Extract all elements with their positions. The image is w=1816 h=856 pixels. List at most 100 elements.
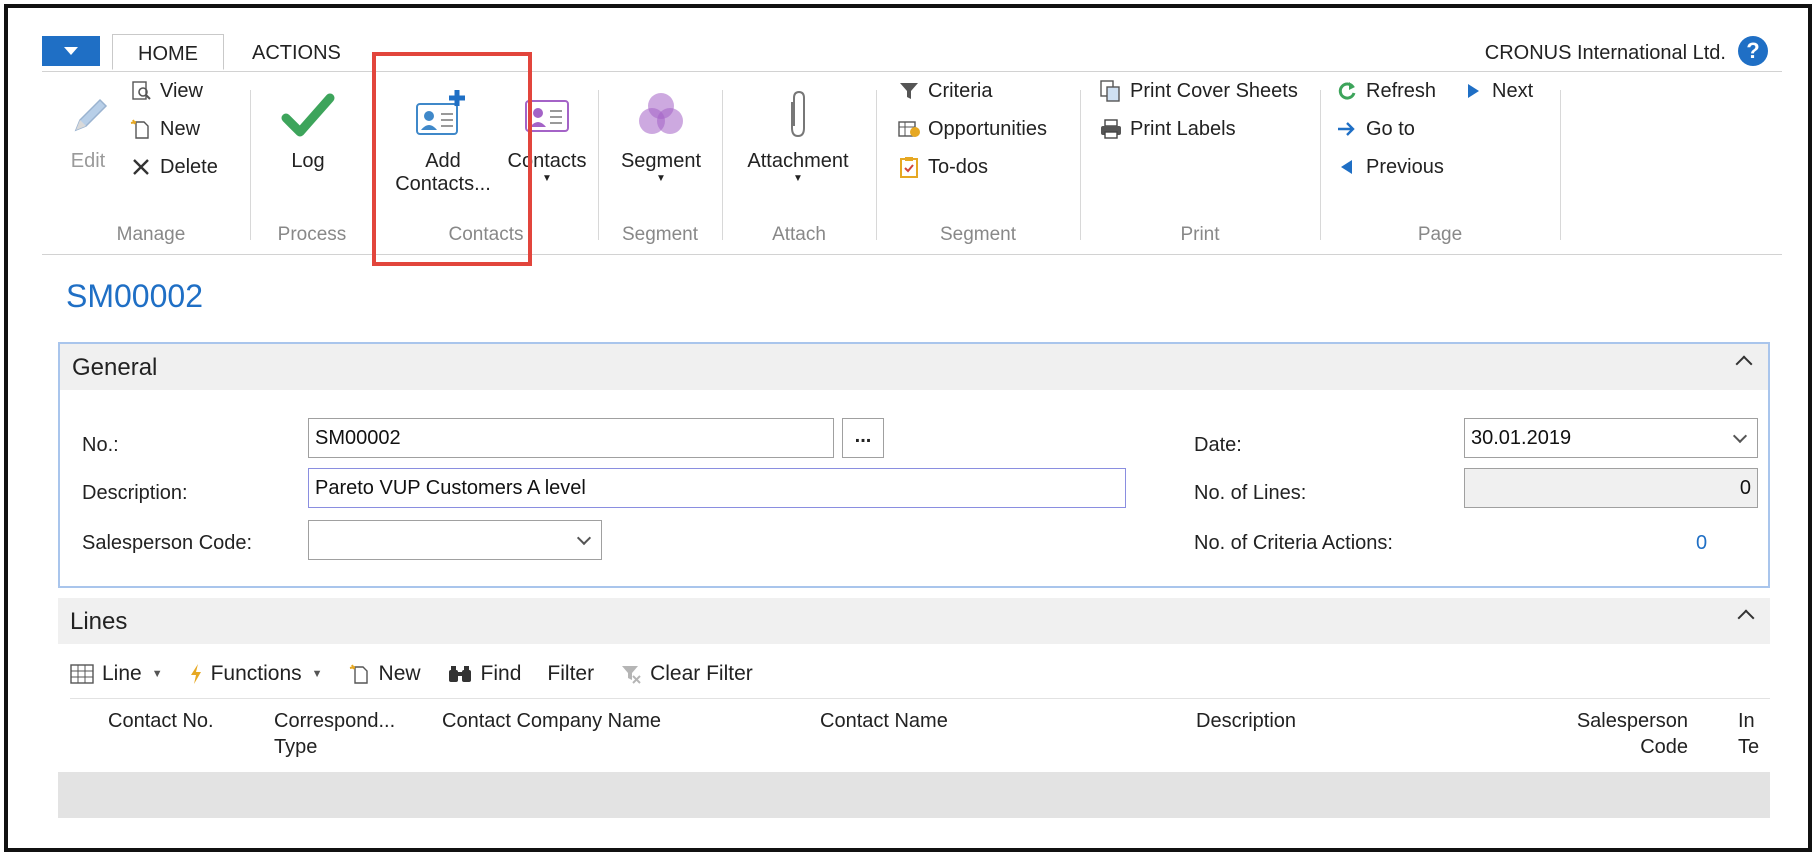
group-label-process: Process: [277, 224, 347, 245]
column-interaction-template[interactable]: In Te: [1738, 708, 1768, 760]
no-field[interactable]: SM00002: [308, 418, 834, 458]
functions-label: Functions: [210, 662, 302, 685]
close-icon: [128, 154, 154, 180]
ribbon-tab-bar: HOME ACTIONS CRONUS International Ltd. ?: [42, 34, 1782, 72]
binoculars-icon: [447, 664, 473, 684]
next-label: Next: [1492, 79, 1534, 102]
print-labels-button[interactable]: Print Labels: [1098, 114, 1236, 144]
column-interaction-template-line1: In: [1738, 710, 1755, 732]
group-label-attach: Attach: [772, 224, 826, 245]
edit-button[interactable]: Edit: [60, 86, 116, 173]
separator: [250, 90, 251, 240]
attachment-label: Attachment: [747, 150, 849, 172]
date-field[interactable]: 30.01.2019: [1464, 418, 1758, 458]
column-contact-name[interactable]: Contact Name: [820, 708, 948, 734]
edit-label: Edit: [70, 150, 106, 172]
general-header[interactable]: General: [60, 344, 1768, 390]
filter-label: Filter: [547, 662, 595, 685]
lines-new-button[interactable]: New: [349, 662, 421, 686]
new-document-icon: [128, 116, 154, 142]
chevron-down-icon: ▼: [311, 668, 323, 680]
group-label-segment: Segment: [621, 224, 699, 245]
segment-button[interactable]: Segment ▼: [614, 86, 708, 185]
group-segment: Segment ▼ Segment: [600, 72, 720, 256]
date-value: 30.01.2019: [1471, 427, 1572, 449]
assist-edit-button[interactable]: ...: [842, 418, 884, 458]
column-contact-company-name[interactable]: Contact Company Name: [442, 708, 661, 734]
todos-label: To-dos: [928, 155, 989, 178]
opportunities-icon: [896, 116, 922, 142]
separator: [1320, 90, 1321, 240]
clear-filter-icon: [620, 663, 642, 685]
group-manage: Edit View New Delete Manage: [56, 72, 246, 256]
delete-button[interactable]: Delete: [128, 152, 218, 182]
tab-actions[interactable]: ACTIONS: [238, 34, 355, 70]
print-cover-sheets-button[interactable]: Print Cover Sheets: [1098, 76, 1298, 106]
opportunities-button[interactable]: Opportunities: [896, 114, 1047, 144]
chevron-down-icon: ▼: [793, 173, 803, 184]
chevron-down-icon: ▼: [656, 173, 666, 184]
goto-label: Go to: [1366, 117, 1415, 140]
arrow-right-icon: [1334, 116, 1360, 142]
column-contact-no[interactable]: Contact No.: [108, 708, 214, 734]
goto-button[interactable]: Go to: [1334, 114, 1415, 144]
dropdown-arrow-icon: [64, 47, 78, 55]
lines-header[interactable]: Lines: [58, 598, 1770, 644]
filter-button[interactable]: Filter: [547, 662, 594, 686]
app-menu-button[interactable]: [42, 36, 100, 66]
column-description[interactable]: Description: [1196, 708, 1296, 734]
table-row[interactable]: [58, 772, 1770, 818]
app-window: HOME ACTIONS CRONUS International Ltd. ?…: [4, 4, 1812, 852]
tab-home[interactable]: HOME: [112, 34, 224, 70]
log-button[interactable]: Log: [268, 86, 348, 173]
salesperson-code-select[interactable]: [308, 520, 602, 560]
clear-filter-button[interactable]: Clear Filter: [620, 662, 753, 686]
divider: [70, 698, 1770, 699]
segment-label: Segment: [620, 150, 702, 172]
lines-toolbar: Line ▼ Functions ▼ New Find Filter Clear…: [70, 656, 779, 692]
column-interaction-template-line2: Te: [1738, 736, 1760, 758]
find-label: Find: [480, 662, 522, 685]
no-of-lines-label: No. of Lines:: [1194, 482, 1307, 504]
attachment-button[interactable]: Attachment ▼: [734, 86, 862, 185]
previous-button[interactable]: Previous: [1334, 152, 1444, 182]
help-icon[interactable]: ?: [1738, 36, 1768, 66]
print-cover-sheets-label: Print Cover Sheets: [1130, 79, 1298, 102]
description-field[interactable]: Pareto VUP Customers A level: [308, 468, 1126, 508]
lightning-icon: [189, 663, 203, 685]
lines-new-label: New: [378, 662, 421, 685]
chevron-down-icon: ▼: [151, 668, 163, 680]
column-correspondence-type-line1: Correspond...: [274, 710, 396, 732]
group-segment-criteria: Criteria Opportunities To-dos Segment: [878, 72, 1078, 256]
refresh-button[interactable]: Refresh: [1334, 76, 1436, 106]
company-name[interactable]: CRONUS International Ltd.: [1485, 42, 1726, 65]
new-button[interactable]: New: [128, 114, 200, 144]
chevron-up-icon[interactable]: [1735, 355, 1753, 373]
log-label: Log: [291, 150, 325, 172]
find-button[interactable]: Find: [447, 662, 522, 686]
new-document-icon: [349, 663, 371, 685]
next-button[interactable]: Next: [1460, 76, 1533, 106]
clear-filter-label: Clear Filter: [650, 662, 753, 685]
refresh-icon: [1334, 78, 1360, 104]
functions-menu-button[interactable]: Functions ▼: [189, 662, 323, 686]
criteria-button[interactable]: Criteria: [896, 76, 992, 106]
print-cover-icon: [1098, 78, 1124, 104]
chevron-up-icon[interactable]: [1737, 609, 1755, 627]
column-correspondence-type[interactable]: Correspond... Type: [274, 708, 395, 760]
group-page: Refresh Next Go to Previous Page: [1322, 72, 1558, 256]
no-of-criteria-actions-value[interactable]: 0: [1696, 532, 1707, 555]
line-menu-button[interactable]: Line ▼: [70, 662, 163, 686]
separator: [1080, 90, 1081, 240]
opportunities-label: Opportunities: [928, 117, 1047, 140]
previous-label: Previous: [1366, 155, 1444, 178]
print-labels-label: Print Labels: [1130, 117, 1236, 140]
todos-button[interactable]: To-dos: [896, 152, 988, 182]
group-label-segment-criteria: Segment: [939, 224, 1017, 245]
refresh-label: Refresh: [1366, 79, 1437, 102]
delete-label: Delete: [160, 155, 218, 178]
view-button[interactable]: View: [128, 76, 203, 106]
new-label: New: [160, 117, 201, 140]
printer-icon: [1098, 116, 1124, 142]
column-salesperson-code[interactable]: Salesperson Code: [1568, 708, 1688, 760]
